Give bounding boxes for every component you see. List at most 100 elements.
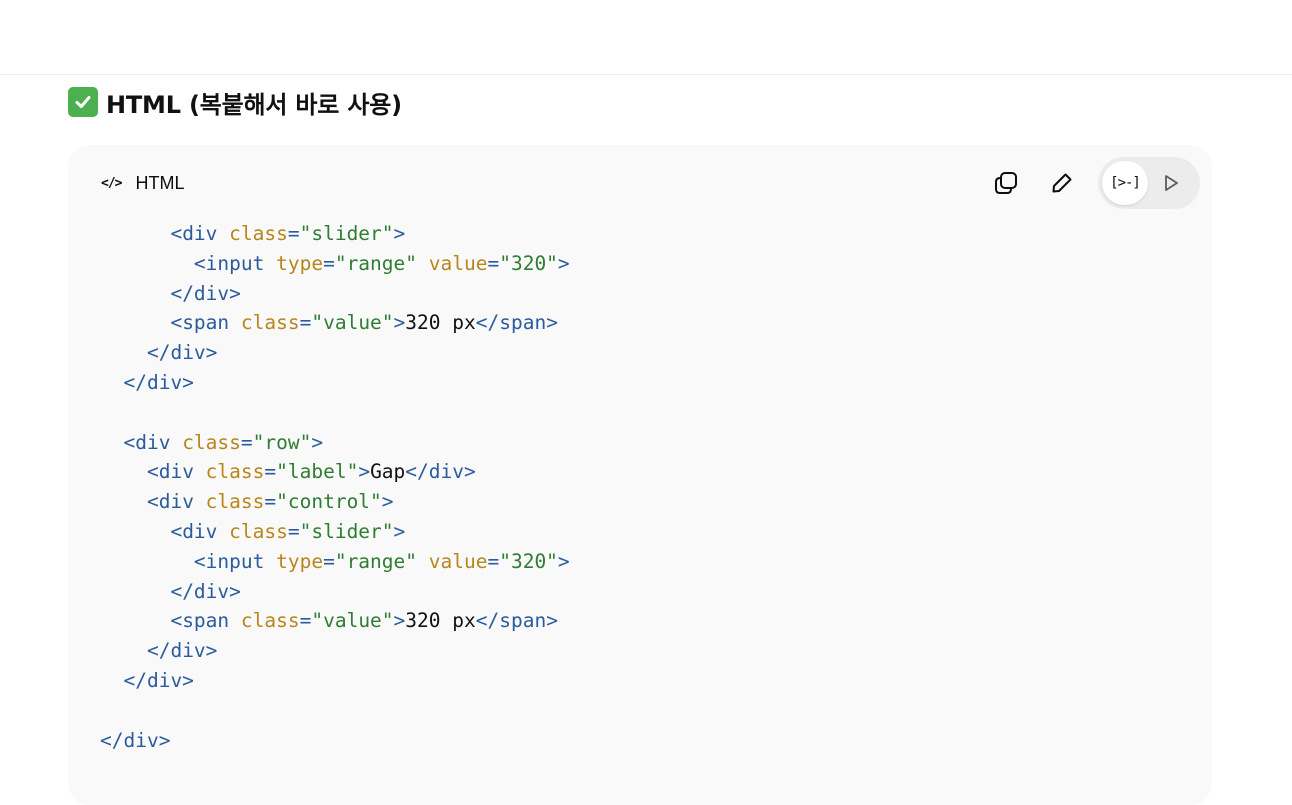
code-token: >: [311, 430, 324, 454]
code-token: <input: [193, 251, 277, 275]
code-token: "range": [334, 549, 418, 573]
code-token: =: [323, 251, 335, 275]
code-line: <div class="label">Gap</div>: [100, 457, 570, 487]
code-line: <div class="slider">: [100, 219, 570, 249]
code-token: =: [287, 222, 300, 245]
code-token: </span>: [475, 311, 558, 335]
code-token: class: [229, 519, 288, 543]
code-token: class: [182, 430, 241, 454]
code-block: </> HTML [>-] <div class="slider"> <inpu…: [68, 145, 1212, 805]
code-token: <span: [170, 609, 241, 633]
section-heading: HTML (복붙해서 바로 사용): [68, 84, 402, 120]
code-token: "control": [276, 490, 382, 514]
code-line: </div>: [100, 666, 570, 696]
code-line: <div class="slider">: [100, 517, 570, 547]
code-token: =: [323, 549, 335, 573]
code-token: <div: [170, 519, 230, 543]
code-token: =: [487, 251, 500, 275]
code-token: "320": [499, 549, 558, 573]
code-line: <span class="value">320 px</span>: [100, 308, 570, 338]
code-token: class: [229, 222, 288, 245]
preview-button[interactable]: [1148, 161, 1194, 205]
code-token: </div>: [100, 728, 171, 752]
code-token: Gap: [370, 460, 406, 484]
code-line: <div class="row">: [100, 428, 570, 458]
copy-icon: [995, 172, 1017, 194]
code-token: "slider": [299, 519, 394, 543]
code-token: <div: [146, 460, 206, 484]
copy-button[interactable]: [986, 163, 1026, 203]
code-token: =: [287, 519, 300, 543]
code-language-label: </> HTML: [101, 169, 184, 197]
code-line: <span class="value">320 px</span>: [100, 606, 570, 636]
code-token: value: [428, 549, 488, 573]
code-line: <input type="range" value="320">: [100, 547, 570, 577]
code-token: </div>: [170, 579, 241, 603]
code-token: >: [393, 609, 406, 633]
code-token: <div: [170, 222, 230, 245]
code-token: =: [240, 430, 253, 454]
code-token: </div>: [123, 370, 194, 394]
code-token: </div>: [123, 668, 194, 692]
code-block-toolbar: [>-]: [986, 157, 1200, 209]
code-line: </div>: [100, 368, 570, 398]
code-token: 320 px: [405, 609, 476, 633]
code-token: "320": [499, 251, 558, 275]
code-token: >: [393, 519, 406, 543]
code-token: 320 px: [405, 311, 476, 335]
code-token: =: [299, 311, 312, 335]
edit-button[interactable]: [1042, 163, 1082, 203]
code-token: </div>: [146, 341, 218, 365]
view-toggle: [>-]: [1098, 157, 1200, 209]
code-token: =: [264, 460, 277, 484]
code-line: <input type="range" value="320">: [100, 249, 570, 279]
code-block-header: </> HTML [>-]: [68, 145, 1212, 221]
code-token: "range": [334, 251, 418, 275]
code-language-text: HTML: [135, 172, 185, 193]
code-token: =: [264, 490, 277, 514]
code-token: type: [276, 251, 324, 275]
code-token: </div>: [170, 281, 241, 305]
code-token: >: [381, 490, 394, 514]
code-token: class: [205, 460, 265, 484]
code-line: </div>: [100, 338, 570, 368]
code-token: =: [487, 549, 500, 573]
code-token: "row": [252, 430, 312, 454]
code-token: "value": [311, 311, 394, 335]
section-heading-text: HTML (복붙해서 바로 사용): [106, 90, 402, 119]
code-token: >: [557, 549, 570, 573]
top-divider: [0, 74, 1292, 75]
code-token: type: [276, 549, 324, 573]
code-token: </span>: [475, 609, 558, 633]
code-token: </div>: [405, 460, 476, 484]
code-token: =: [299, 609, 312, 633]
code-line: </div>: [100, 279, 570, 309]
code-line: <div class="control">: [100, 487, 570, 517]
code-token: value: [428, 251, 488, 275]
check-mark-button-icon: [68, 87, 98, 117]
code-token: class: [240, 609, 300, 633]
code-token: <span: [170, 311, 241, 335]
code-line: </div>: [100, 636, 570, 666]
pencil-icon: [1052, 173, 1072, 193]
play-icon: [1165, 175, 1178, 191]
code-line: </div>: [100, 726, 570, 756]
code-content: <div class="slider"> <input type="range"…: [100, 219, 570, 755]
code-token: <input: [193, 549, 277, 573]
code-view-button[interactable]: [>-]: [1102, 161, 1148, 205]
code-token: <div: [123, 430, 183, 454]
